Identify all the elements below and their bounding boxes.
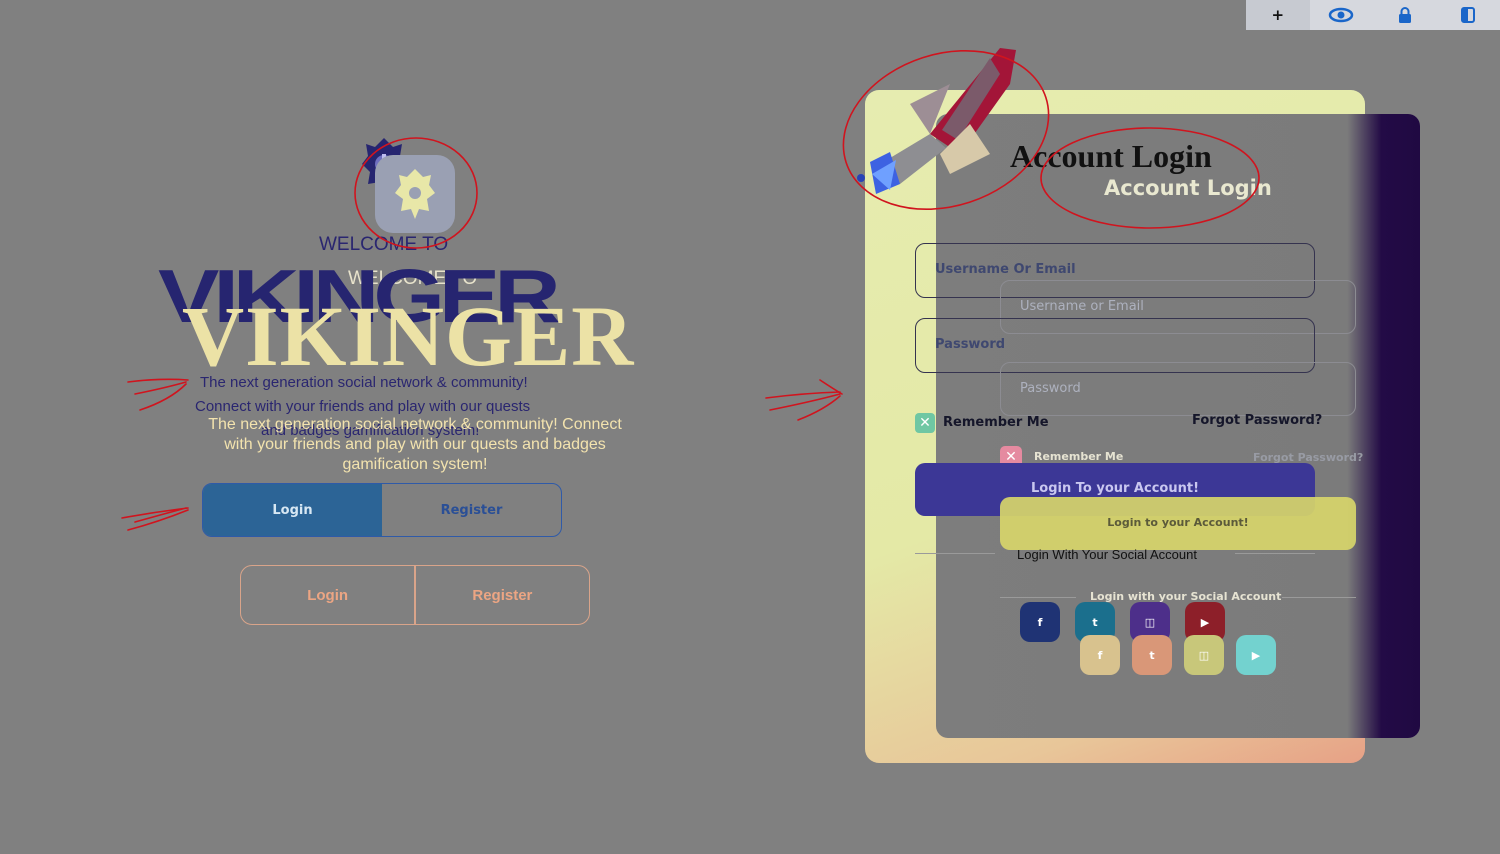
annotation-circle-logo <box>354 137 478 249</box>
annotation-arrow-tabs <box>121 507 189 531</box>
annotation-arrow-tagline <box>127 378 189 411</box>
annotation-circle-title <box>1040 127 1260 229</box>
annotation-circle-rocket <box>842 49 1050 211</box>
annotation-overlay <box>121 49 1260 531</box>
annotation-arrow-form <box>765 379 843 421</box>
